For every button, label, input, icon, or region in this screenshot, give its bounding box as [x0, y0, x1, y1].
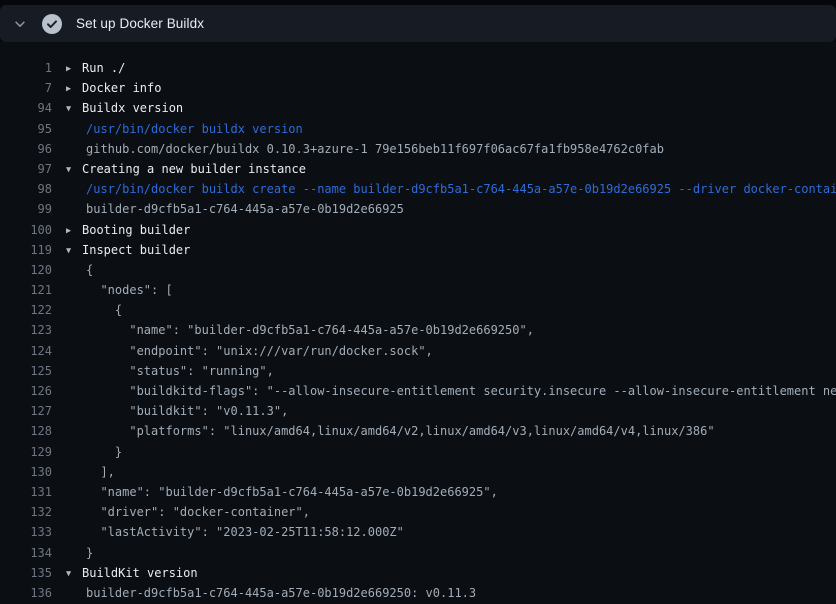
line-number-link[interactable]: 100 [0, 220, 52, 240]
triangle-down-icon[interactable]: ▼ [66, 99, 82, 118]
log-group-title[interactable]: Docker info [82, 81, 161, 95]
log-output-text: "status": "running", [66, 361, 274, 381]
line-number-link[interactable]: 123 [0, 320, 52, 340]
log-group-title[interactable]: Inspect builder [82, 243, 190, 257]
log-command-text: /usr/bin/docker buildx create --name bui… [66, 179, 836, 199]
log-output-text: builder-d9cfb5a1-c764-445a-a57e-0b19d2e6… [66, 583, 476, 603]
line-number-link[interactable]: 119 [0, 240, 52, 260]
log-line: 136 builder-d9cfb5a1-c764-445a-a57e-0b19d… [0, 583, 836, 603]
log-line: 127 "buildkit": "v0.11.3", [0, 401, 836, 421]
log-line: 98/usr/bin/docker buildx create --name b… [0, 179, 836, 199]
log-output-text: "platforms": "linux/amd64,linux/amd64/v2… [66, 421, 715, 441]
line-number-link[interactable]: 133 [0, 522, 52, 542]
log-line: 120 { [0, 260, 836, 280]
line-number-link[interactable]: 98 [0, 179, 52, 199]
chevron-down-icon[interactable] [12, 16, 28, 32]
log-line: 97 ▼Creating a new builder instance [0, 159, 836, 179]
line-number-link[interactable]: 1 [0, 58, 52, 78]
check-circle-icon [42, 14, 62, 34]
log-line: 119 ▼Inspect builder [0, 240, 836, 260]
log-line: 131 "name": "builder-d9cfb5a1-c764-445a-… [0, 482, 836, 502]
step-title: Set up Docker Buildx [76, 16, 204, 31]
log-output-text: { [66, 260, 93, 280]
log-output-text: } [66, 442, 122, 462]
line-number-link[interactable]: 99 [0, 199, 52, 219]
line-number-link[interactable]: 136 [0, 583, 52, 603]
log-line: 123 "name": "builder-d9cfb5a1-c764-445a-… [0, 320, 836, 340]
log-output-text: "nodes": [ [66, 280, 173, 300]
log-output-text: "name": "builder-d9cfb5a1-c764-445a-a57e… [66, 482, 498, 502]
log-command-text: /usr/bin/docker buildx version [66, 119, 303, 139]
line-number-link[interactable]: 135 [0, 563, 52, 583]
log-line: 135 ▼BuildKit version [0, 563, 836, 583]
log-line: 125 "status": "running", [0, 361, 836, 381]
log-line: 126 "buildkitd-flags": "--allow-insecure… [0, 381, 836, 401]
line-number-link[interactable]: 96 [0, 139, 52, 159]
line-number-link[interactable]: 127 [0, 401, 52, 421]
line-number-link[interactable]: 124 [0, 341, 52, 361]
log-group-title[interactable]: Booting builder [82, 223, 190, 237]
log-output-text: } [66, 543, 93, 563]
triangle-right-icon[interactable]: ▶ [66, 221, 82, 240]
log-group-title[interactable]: BuildKit version [82, 566, 198, 580]
line-number-link[interactable]: 120 [0, 260, 52, 280]
line-number-link[interactable]: 121 [0, 280, 52, 300]
log-line: 129 } [0, 442, 836, 462]
log-line: 96 github.com/docker/buildx 0.10.3+azure-… [0, 139, 836, 159]
log-group-title[interactable]: Run ./ [82, 61, 125, 75]
line-number-link[interactable]: 95 [0, 119, 52, 139]
log-line: 1 ▶Run ./ [0, 58, 836, 78]
log-line: 7 ▶Docker info [0, 78, 836, 98]
line-number-link[interactable]: 134 [0, 543, 52, 563]
line-number-link[interactable]: 128 [0, 421, 52, 441]
log-output-text: builder-d9cfb5a1-c764-445a-a57e-0b19d2e6… [66, 199, 404, 219]
log-line: 95/usr/bin/docker buildx version [0, 119, 836, 139]
triangle-down-icon[interactable]: ▼ [66, 564, 82, 583]
line-number-link[interactable]: 7 [0, 78, 52, 98]
log-output-text: "lastActivity": "2023-02-25T11:58:12.000… [66, 522, 404, 542]
log-output-text: "endpoint": "unix:///var/run/docker.sock… [66, 341, 433, 361]
line-number-link[interactable]: 97 [0, 159, 52, 179]
step-header[interactable]: Set up Docker Buildx [0, 5, 836, 42]
log-line: 130 ], [0, 462, 836, 482]
log-line: 121 "nodes": [ [0, 280, 836, 300]
log-line: 124 "endpoint": "unix:///var/run/docker.… [0, 341, 836, 361]
log-group-title[interactable]: Buildx version [82, 101, 183, 115]
line-number-link[interactable]: 132 [0, 502, 52, 522]
line-number-link[interactable]: 131 [0, 482, 52, 502]
triangle-down-icon[interactable]: ▼ [66, 241, 82, 260]
log-line: 134} [0, 543, 836, 563]
line-number-link[interactable]: 129 [0, 442, 52, 462]
line-number-link[interactable]: 122 [0, 300, 52, 320]
log-line: 122 { [0, 300, 836, 320]
log-line: 94 ▼Buildx version [0, 98, 836, 118]
log-output-text: ], [66, 462, 115, 482]
log-output-text: "driver": "docker-container", [66, 502, 310, 522]
log-output-text: github.com/docker/buildx 0.10.3+azure-1 … [66, 139, 664, 159]
log-output-text: "buildkitd-flags": "--allow-insecure-ent… [66, 381, 836, 401]
log-line: 133 "lastActivity": "2023-02-25T11:58:12… [0, 522, 836, 542]
log-output-text: "name": "builder-d9cfb5a1-c764-445a-a57e… [66, 320, 534, 340]
line-number-link[interactable]: 130 [0, 462, 52, 482]
log-area[interactable]: 1▶Run ./7▶Docker info94▼Buildx version95… [0, 42, 836, 604]
log-output-text: { [66, 300, 122, 320]
log-line: 128 "platforms": "linux/amd64,linux/amd6… [0, 421, 836, 441]
line-number-link[interactable]: 125 [0, 361, 52, 381]
triangle-right-icon[interactable]: ▶ [66, 59, 82, 78]
line-number-link[interactable]: 126 [0, 381, 52, 401]
log-group-title[interactable]: Creating a new builder instance [82, 162, 306, 176]
triangle-right-icon[interactable]: ▶ [66, 79, 82, 98]
line-number-link[interactable]: 94 [0, 98, 52, 118]
actions-log-step: Set up Docker Buildx 1▶Run ./7▶Docker in… [0, 0, 836, 604]
log-line: 99 builder-d9cfb5a1-c764-445a-a57e-0b19d2… [0, 199, 836, 219]
log-line: 100 ▶Booting builder [0, 220, 836, 240]
triangle-down-icon[interactable]: ▼ [66, 160, 82, 179]
log-output-text: "buildkit": "v0.11.3", [66, 401, 288, 421]
log-line: 132 "driver": "docker-container", [0, 502, 836, 522]
